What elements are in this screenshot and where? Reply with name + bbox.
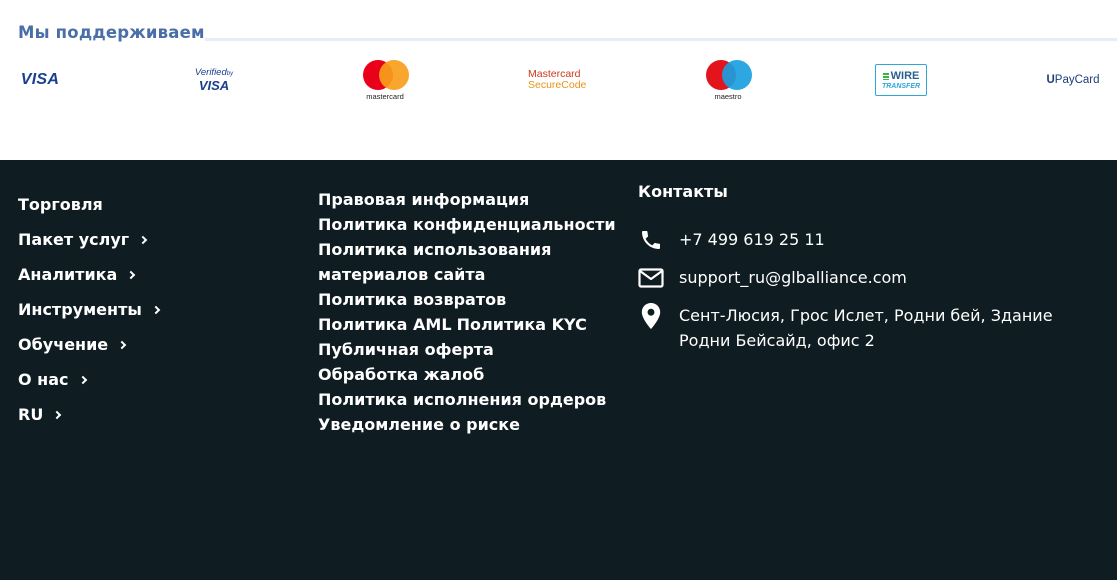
email-link[interactable]: support_ru@glballiance.com [679, 265, 907, 290]
wire-transfer-line1: WIRE [890, 69, 920, 82]
footer-link-public-offer[interactable]: Публичная оферта [318, 340, 494, 359]
footer-nav-about[interactable]: О нас [18, 362, 159, 397]
verified-by-visa-logo: Verifiedby VISA [186, 58, 242, 102]
footer-link-complaints[interactable]: Обработка жалоб [318, 365, 484, 384]
maestro-caption: maestro [714, 91, 742, 101]
mastercard-logo: mastercard [358, 58, 412, 102]
footer-link-refund-policy[interactable]: Политика возвратов [318, 290, 506, 309]
map-pin-icon [638, 303, 664, 329]
verified-by-visa-line2: VISA [198, 77, 230, 93]
contact-phone: +7 499 619 25 11 [638, 227, 1078, 253]
phone-link[interactable]: +7 499 619 25 11 [679, 227, 825, 252]
mastercard-securecode-logo: Mastercard SecureCode [528, 58, 596, 102]
upaycard-text: PayCard [1054, 74, 1100, 86]
footer-nav-education[interactable]: Обучение [18, 327, 159, 362]
contact-email: support_ru@glballiance.com [638, 265, 1078, 291]
envelope-icon [638, 265, 664, 291]
contacts-title: Контакты [638, 182, 728, 201]
site-footer: Торговля Пакет услуг Аналитика Инструмен… [0, 160, 1117, 580]
chevron-right-icon [78, 375, 87, 385]
address-text: Сент-Люсия, Грос Ислет, Родни бей, Здани… [679, 306, 1053, 350]
footer-nav-language[interactable]: RU [18, 397, 159, 432]
wire-transfer-line2: TRANSFER [881, 82, 921, 90]
chevron-right-icon [117, 340, 127, 350]
footer-link-legal-info[interactable]: Правовая информация [318, 190, 529, 209]
footer-nav-trading[interactable]: Торговля [18, 187, 159, 222]
visa-logo-text: VISA [20, 71, 60, 88]
payment-methods-section: Мы поддерживаем VISA Verifiedby VISA mas… [0, 0, 1117, 160]
phone-icon [638, 227, 664, 253]
footer-legal-nav: Правовая информация Политика конфиденциа… [318, 187, 618, 437]
wire-transfer-logo: WIRE TRANSFER [874, 58, 928, 102]
chevron-right-icon [151, 305, 161, 315]
maestro-logo: maestro [701, 58, 755, 102]
footer-link-privacy-policy[interactable]: Политика конфиденциальности [318, 215, 616, 234]
chevron-right-icon [138, 235, 148, 245]
footer-contacts: Контакты +7 499 619 25 11 support_ru@glb… [638, 182, 1078, 365]
footer-link-aml-policy[interactable]: Политика AML [318, 315, 452, 334]
verified-by-visa-line1: Verifiedby [194, 67, 234, 79]
chevron-right-icon [53, 410, 62, 420]
maestro-circles [703, 59, 753, 90]
contact-address: Сент-Люсия, Грос Ислет, Родни бей, Здани… [638, 303, 1078, 353]
payment-methods-title: Мы поддерживаем [18, 23, 205, 42]
title-underline [205, 38, 1117, 41]
visa-logo: VISA [18, 58, 62, 102]
footer-link-kyc-policy[interactable]: Политика KYC [457, 315, 587, 334]
footer-main-nav: Торговля Пакет услуг Аналитика Инструмен… [18, 187, 161, 432]
footer-link-site-materials-policy[interactable]: Политика использования материалов сайта [318, 240, 551, 284]
footer-nav-analytics[interactable]: Аналитика [18, 257, 159, 292]
upaycard-logo: UPayCard [1046, 74, 1100, 86]
securecode-line2: SecureCode [528, 79, 587, 91]
footer-link-order-execution-policy[interactable]: Политика исполнения ордеров [318, 390, 606, 409]
mastercard-circles [360, 59, 410, 90]
footer-nav-tools[interactable]: Инструменты [18, 292, 161, 327]
mastercard-caption: mastercard [366, 91, 404, 101]
chevron-right-icon [127, 270, 136, 280]
footer-link-risk-notice[interactable]: Уведомление о риске [318, 415, 520, 434]
footer-nav-services[interactable]: Пакет услуг [18, 222, 159, 257]
